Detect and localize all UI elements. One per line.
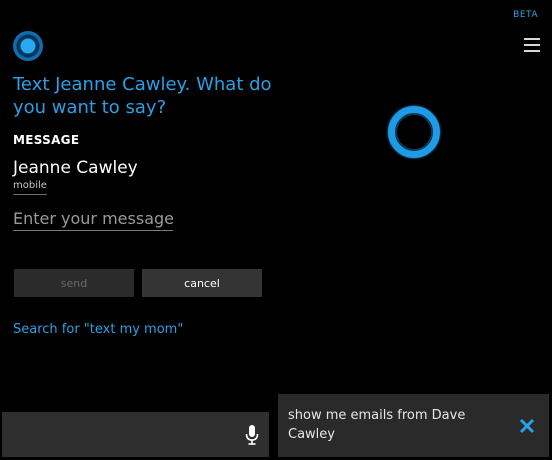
hamburger-menu-icon[interactable] — [524, 38, 540, 52]
beta-label: BETA — [513, 10, 538, 20]
message-section-label: MESSAGE — [13, 133, 80, 147]
contact-phone-type[interactable]: mobile — [13, 180, 47, 195]
cortana-prompt: Text Jeanne Cawley. What do you want to … — [13, 74, 272, 118]
contact-name[interactable]: Jeanne Cawley — [13, 158, 138, 178]
close-icon[interactable] — [519, 418, 535, 434]
menu-line — [524, 50, 540, 52]
cancel-button[interactable]: cancel — [142, 269, 262, 297]
send-button[interactable]: send — [14, 269, 134, 297]
search-web-link[interactable]: Search for "text my mom" — [13, 322, 183, 337]
menu-line — [524, 38, 540, 40]
suggestion-card[interactable]: show me emails from Dave Cawley — [278, 394, 549, 457]
message-input[interactable] — [13, 206, 173, 231]
microphone-icon[interactable] — [245, 425, 259, 445]
speech-input-bar[interactable] — [2, 412, 269, 457]
cortana-ring-icon — [388, 106, 440, 158]
suggestion-text[interactable]: show me emails from Dave Cawley — [288, 406, 488, 444]
menu-line — [524, 44, 540, 46]
cortana-circle-icon — [13, 31, 43, 61]
